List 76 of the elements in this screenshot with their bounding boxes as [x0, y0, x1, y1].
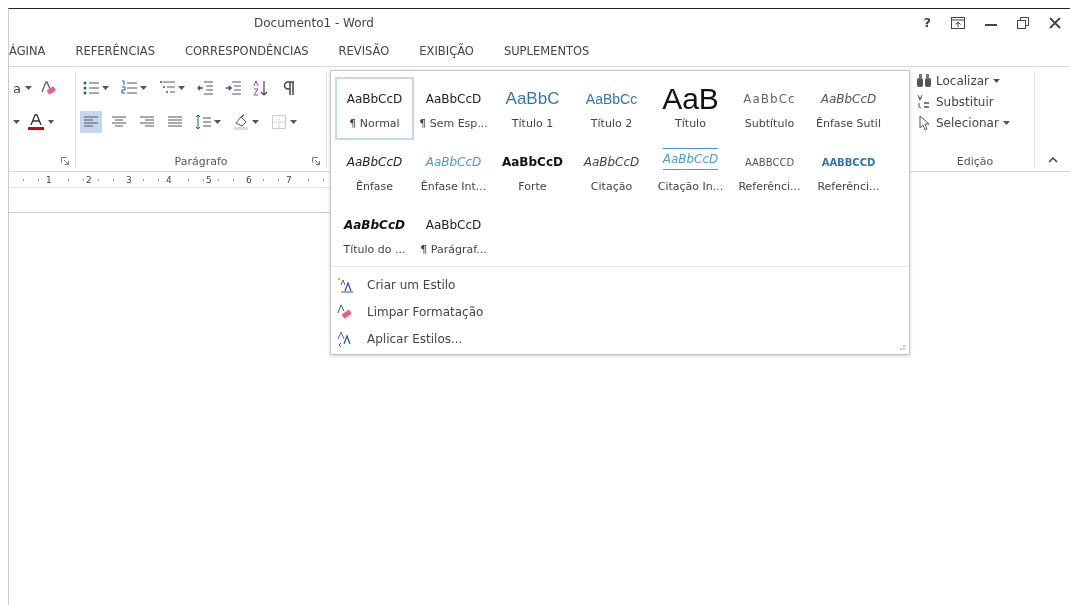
style-item[interactable]: AaBbCcD ¶ Parágraf...	[414, 203, 493, 266]
change-case-button[interactable]: a	[13, 80, 32, 96]
replace-icon	[916, 94, 932, 110]
select-icon	[916, 115, 932, 131]
style-item[interactable]: AaBbC Título 1	[493, 77, 572, 140]
style-item[interactable]: AaBbCcD Ênfase Int...	[414, 140, 493, 203]
style-item[interactable]: AaBbCcD Citação In...	[651, 140, 730, 203]
style-item[interactable]: AaBbCcD Ênfase Sutil	[809, 77, 888, 140]
ribbon-tab[interactable]: REVISÃO	[338, 40, 390, 62]
shading-icon	[233, 114, 249, 130]
style-item[interactable]: AaBbCc Subtítulo	[730, 77, 809, 140]
dropdown-arrow-icon	[993, 79, 1001, 83]
dropdown-arrow-icon	[214, 120, 221, 124]
align-right-icon	[139, 114, 155, 130]
style-item[interactable]: AABBCCD Referênci...	[730, 140, 809, 203]
dropdown-arrow-icon	[102, 86, 109, 90]
clear-style-icon	[337, 303, 353, 320]
bullets-icon	[83, 80, 99, 96]
style-item[interactable]: AaBbCcD Título do ...	[335, 203, 414, 266]
ribbon-tab[interactable]: EXIBIÇÃO	[419, 40, 474, 62]
indent-icon	[225, 80, 241, 96]
clear-formatting-icon[interactable]	[39, 80, 56, 96]
dialog-launcher-icon[interactable]	[312, 157, 320, 165]
spacing-icon	[195, 114, 211, 130]
find-button[interactable]: Localizar	[916, 73, 1034, 89]
group-label: Parágrafo	[174, 154, 228, 168]
ruler-number: 7	[285, 174, 295, 185]
dropdown-arrow-icon	[178, 86, 185, 90]
restore-icon[interactable]	[1017, 16, 1029, 29]
ribbon-tab[interactable]: REFERÊNCIAS	[75, 40, 156, 62]
pilcrow-icon	[281, 80, 297, 96]
find-icon	[916, 73, 932, 89]
ribbon-display-icon[interactable]	[951, 16, 965, 29]
outdent-icon	[197, 80, 213, 96]
dropdown-arrow-icon	[1002, 121, 1010, 125]
apply-style-icon	[337, 330, 353, 347]
style-item[interactable]: AaB Título	[651, 77, 730, 140]
dropdown-arrow-icon	[290, 120, 297, 124]
ruler-number: 4	[165, 174, 175, 185]
dropdown-arrow-icon	[140, 86, 147, 90]
justify-icon	[167, 114, 183, 130]
style-item[interactable]: AaBbCcD ¶ Normal	[335, 77, 414, 140]
align-left-icon	[83, 114, 99, 130]
help-button[interactable]: ?	[923, 15, 931, 30]
ruler-number: 1	[45, 174, 55, 185]
style-item[interactable]: AaBbCc Título 2	[572, 77, 651, 140]
select-button[interactable]: Selecionar	[916, 115, 1034, 131]
ribbon-tab[interactable]: SUPLEMENTOS	[503, 40, 590, 62]
collapse-ribbon-icon[interactable]	[1048, 157, 1058, 163]
align-center-icon	[111, 114, 127, 130]
close-icon[interactable]	[1049, 16, 1061, 29]
new-style-icon	[337, 276, 353, 293]
dropdown-arrow-icon	[24, 86, 32, 90]
resize-grip-icon[interactable]	[900, 345, 905, 350]
clear-style-menu-item[interactable]: Limpar Formatação	[331, 298, 909, 325]
ribbon-tab[interactable]: ÁGINA	[9, 40, 46, 62]
borders-icon	[271, 114, 287, 130]
dialog-launcher-icon[interactable]	[61, 157, 69, 165]
style-item[interactable]: AABBCCD Referênci...	[809, 140, 888, 203]
ribbon-tab[interactable]: CORRESPONDÊNCIAS	[185, 40, 309, 62]
apply-style-menu-item[interactable]: Aplicar Estilos...	[331, 325, 909, 352]
replace-button[interactable]: Substituir	[916, 94, 1034, 110]
style-item[interactable]: AaBbCcD Forte	[493, 140, 572, 203]
new-style-menu-item[interactable]: Criar um Estilo	[331, 271, 909, 298]
ruler-number: 6	[245, 174, 255, 185]
numbering-icon	[121, 80, 137, 96]
multilevel-icon	[159, 80, 175, 96]
style-item[interactable]: AaBbCcD ¶ Sem Esp...	[414, 77, 493, 140]
font-color-icon[interactable]	[28, 114, 54, 130]
window-title: Documento1 - Word	[254, 16, 374, 30]
sort-icon	[253, 80, 269, 96]
dropdown-arrow-icon	[252, 120, 259, 124]
style-item[interactable]: AaBbCcD Ênfase	[335, 140, 414, 203]
dropdown-arrow-icon[interactable]	[13, 120, 20, 124]
style-item[interactable]: AaBbCcD Citação	[572, 140, 651, 203]
group-label: Edição	[956, 154, 994, 168]
